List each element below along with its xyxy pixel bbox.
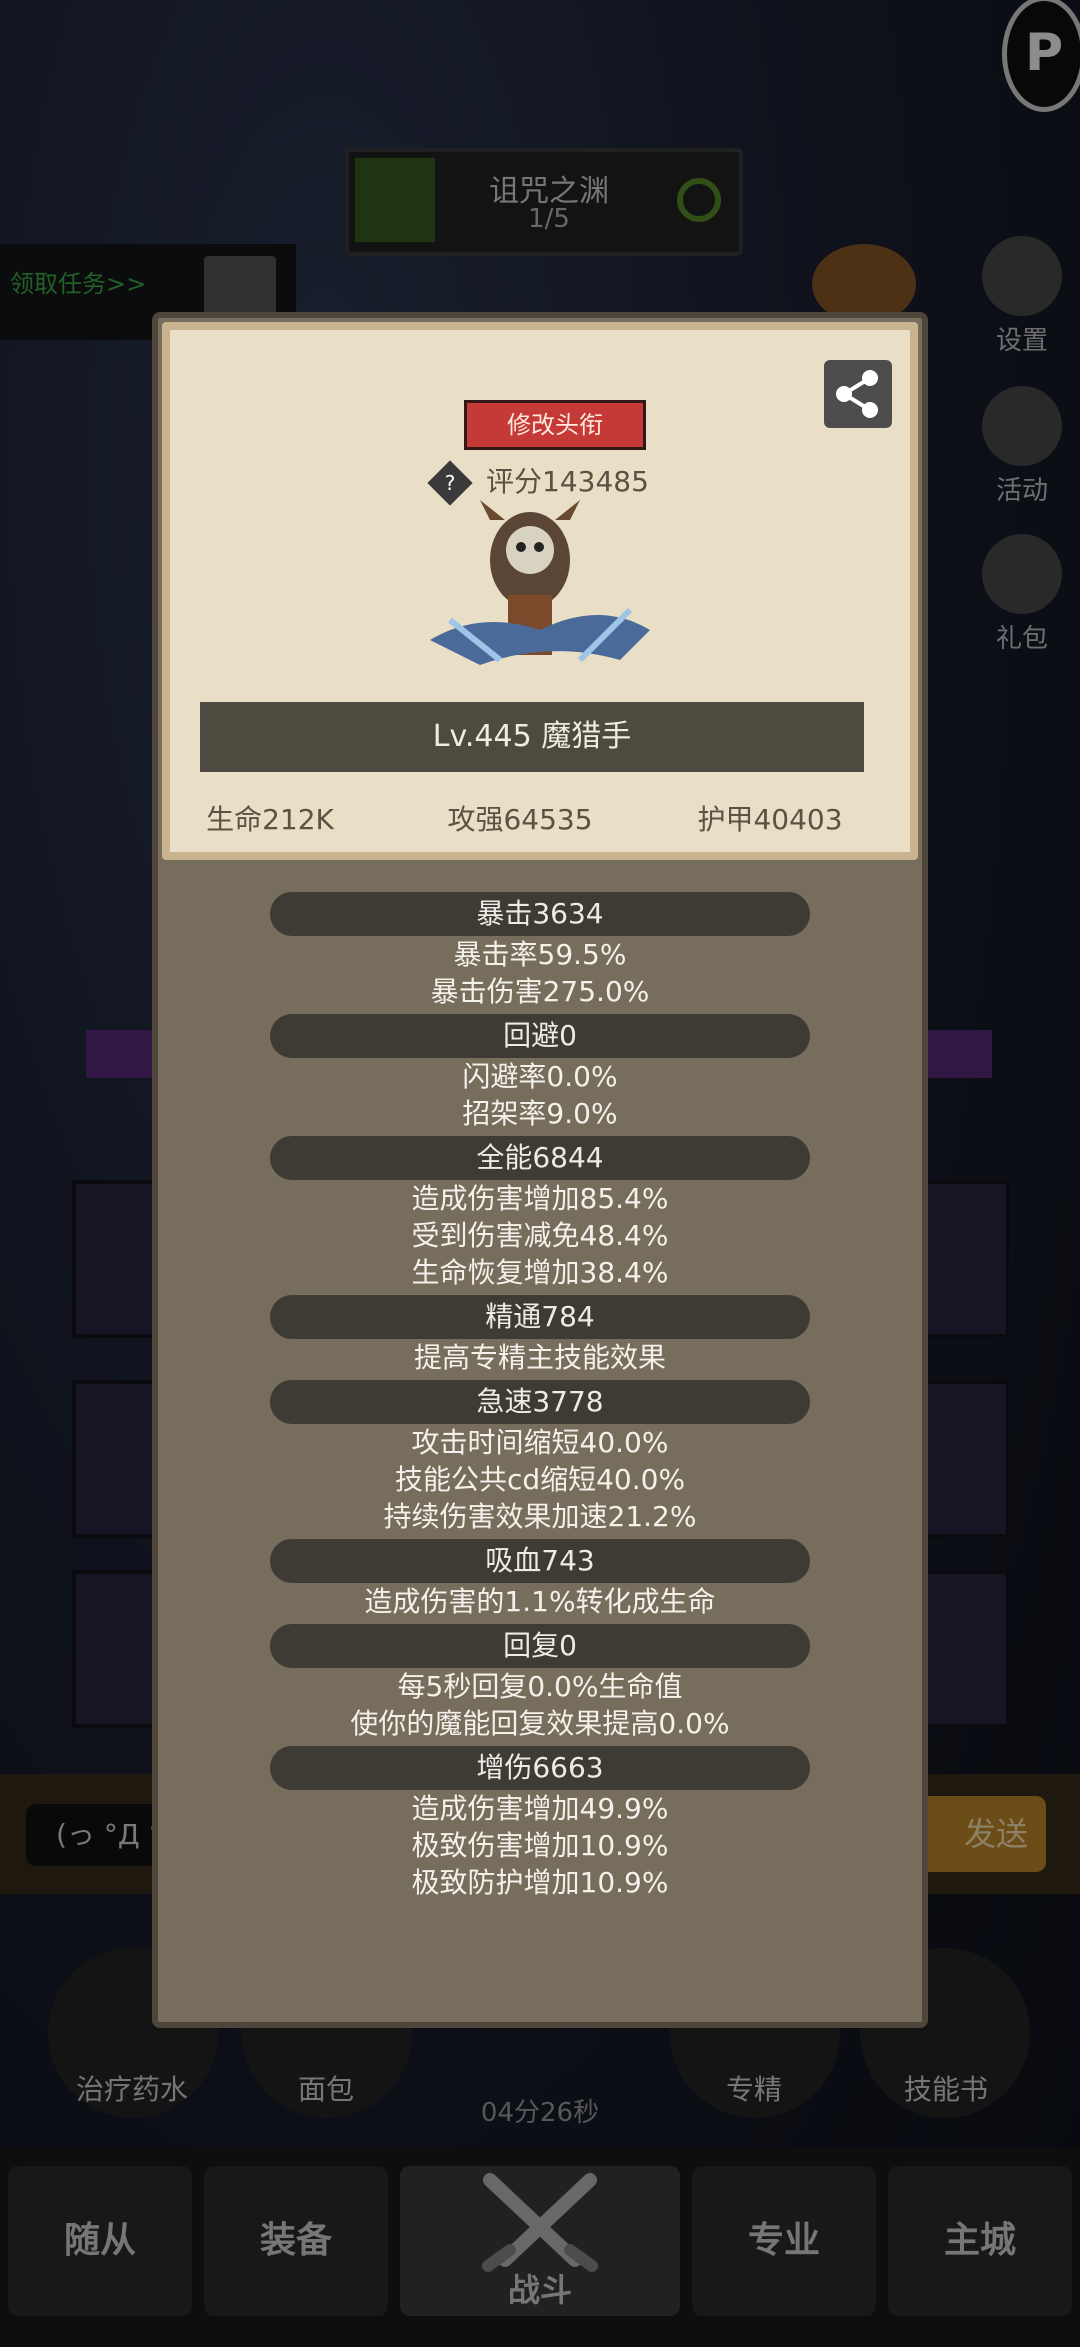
hero-portrait bbox=[430, 500, 650, 665]
attack-stat: 攻强64535 bbox=[447, 803, 593, 836]
stat-line: 使你的魔能回复效果提高0.0% bbox=[350, 1707, 730, 1740]
stat-line: 受到伤害减免48.4% bbox=[411, 1219, 669, 1252]
stat-line: 技能公共cd缩短40.0% bbox=[394, 1463, 686, 1496]
stat-header-damage: 增伤6663 bbox=[270, 1746, 810, 1790]
stats-list: 暴击3634 暴击率59.5% 暴击伤害275.0% 回避0 闪避率0.0% 招… bbox=[158, 892, 922, 1901]
stat-line: 极致伤害增加10.9% bbox=[411, 1829, 669, 1862]
armor-stat: 护甲40403 bbox=[697, 803, 843, 836]
hero-name-banner: Lv.445 魔猎手 bbox=[200, 702, 864, 772]
stat-line: 每5秒回复0.0%生命值 bbox=[397, 1670, 683, 1703]
stat-line: 暴击伤害275.0% bbox=[430, 975, 650, 1008]
stat-header-lifesteal: 吸血743 bbox=[270, 1539, 810, 1583]
hero-name: Lv.445 魔猎手 bbox=[432, 719, 632, 754]
rename-title-button[interactable]: 修改头衔 bbox=[464, 400, 646, 450]
share-button[interactable] bbox=[824, 360, 892, 428]
hero-card: 修改头衔 ? 评分143485 Lv.445 魔猎手 生命212K 攻强6453… bbox=[162, 322, 918, 860]
stat-line: 极致防护增加10.9% bbox=[411, 1866, 669, 1899]
stat-line: 造成伤害增加49.9% bbox=[411, 1792, 669, 1825]
stat-line: 造成伤害增加85.4% bbox=[411, 1182, 669, 1215]
stat-line: 招架率9.0% bbox=[462, 1097, 618, 1130]
stat-line: 攻击时间缩短40.0% bbox=[411, 1426, 669, 1459]
share-icon bbox=[836, 370, 878, 418]
stat-line: 生命恢复增加38.4% bbox=[411, 1256, 669, 1289]
stat-line: 提高专精主技能效果 bbox=[413, 1341, 666, 1374]
stat-line: 持续伤害效果加速21.2% bbox=[383, 1500, 697, 1533]
stat-header-haste: 急速3778 bbox=[270, 1380, 810, 1424]
stat-line: 闪避率0.0% bbox=[462, 1060, 618, 1093]
stat-header-mastery: 精通784 bbox=[270, 1295, 810, 1339]
stat-header-dodge: 回避0 bbox=[270, 1014, 810, 1058]
stat-line: 造成伤害的1.1%转化成生命 bbox=[364, 1585, 716, 1618]
stat-header-regen: 回复0 bbox=[270, 1624, 810, 1668]
stat-line: 暴击率59.5% bbox=[453, 938, 627, 971]
hp-stat: 生命212K bbox=[206, 803, 334, 836]
stat-header-versatility: 全能6844 bbox=[270, 1136, 810, 1180]
stat-header-crit: 暴击3634 bbox=[270, 892, 810, 936]
hero-stats-popup: 修改头衔 ? 评分143485 Lv.445 魔猎手 生命212K 攻强6453… bbox=[152, 312, 928, 2028]
